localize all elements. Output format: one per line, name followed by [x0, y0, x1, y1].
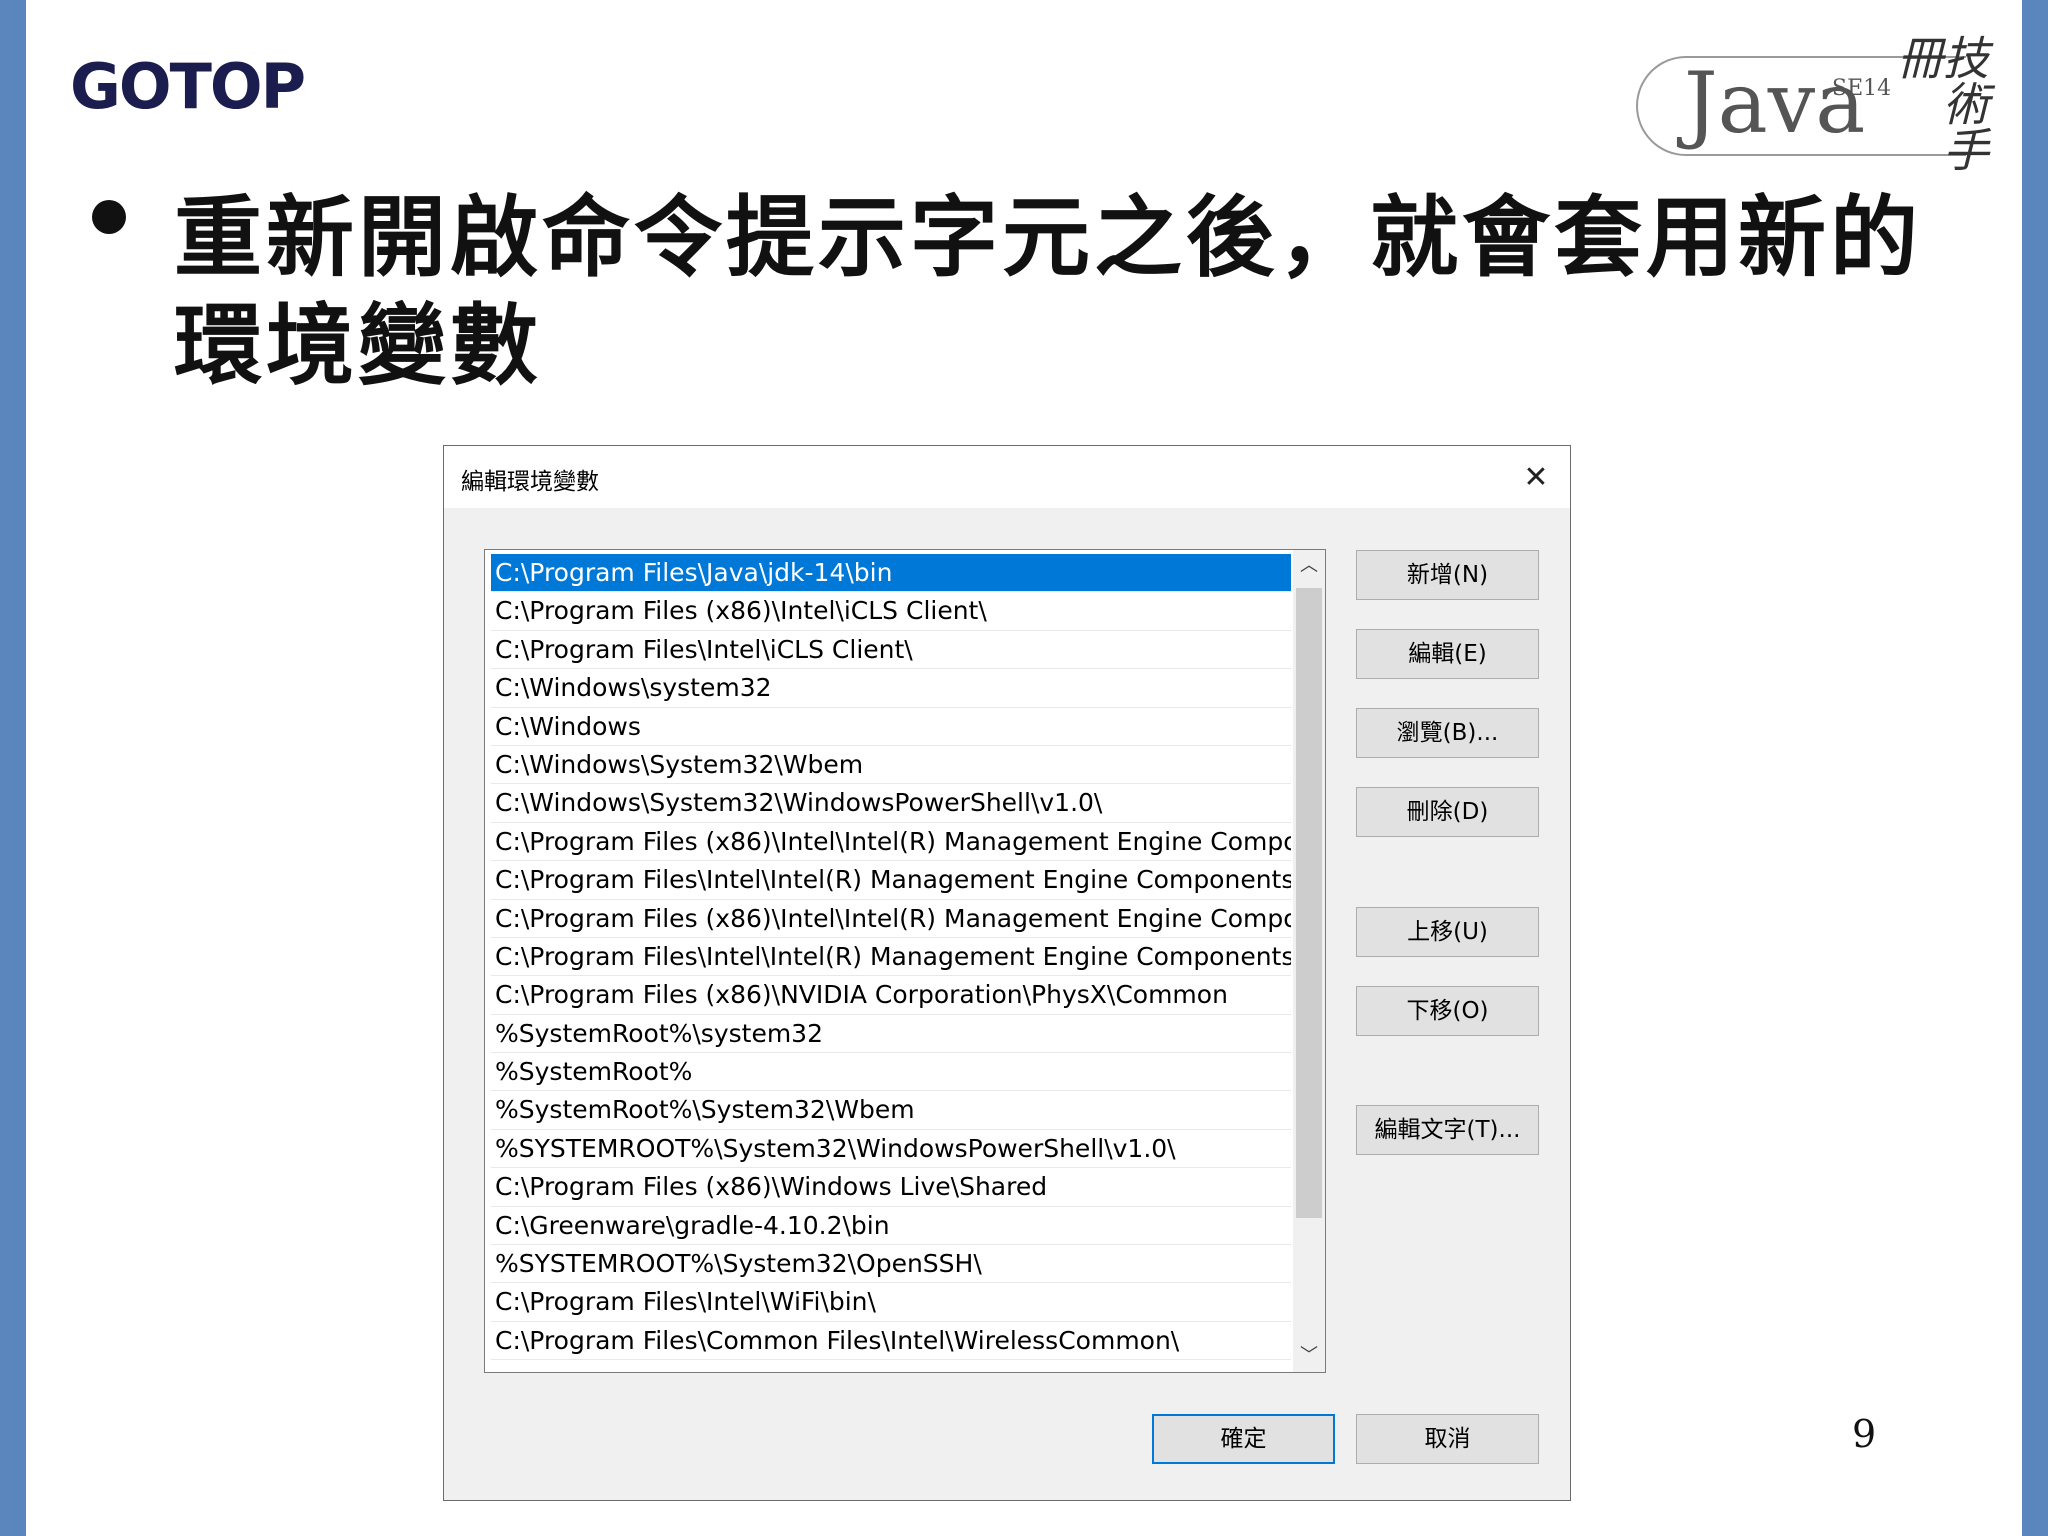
path-list-item[interactable]: C:\Program Files\Intel\WiFi\bin\ [491, 1283, 1291, 1322]
path-list-item[interactable]: C:\Program Files\Intel\Intel(R) Manageme… [491, 938, 1291, 977]
edit-text-button[interactable]: 編輯文字(T)... [1356, 1105, 1539, 1155]
scroll-down-arrow-icon[interactable]: ﹀ [1293, 1340, 1325, 1372]
cancel-button[interactable]: 取消 [1356, 1414, 1539, 1464]
move-down-button[interactable]: 下移(O) [1356, 986, 1539, 1036]
browse-button[interactable]: 瀏覽(B)... [1356, 708, 1539, 758]
ok-button[interactable]: 確定 [1152, 1414, 1335, 1464]
move-up-button[interactable]: 上移(U) [1356, 907, 1539, 957]
java-se14-logo: Java SE14 技術手冊 [1636, 34, 1990, 174]
path-list-item[interactable]: C:\Program Files (x86)\Intel\Intel(R) Ma… [491, 823, 1291, 862]
page-number: 9 [1852, 1412, 1877, 1456]
vertical-scrollbar[interactable]: ︿ ﹀ [1293, 550, 1325, 1372]
edit-env-variable-dialog: 編輯環境變數 ✕ C:\Program Files\Java\jdk-14\bi… [443, 445, 1571, 1501]
path-listbox[interactable]: C:\Program Files\Java\jdk-14\bin C:\Progr… [484, 549, 1326, 1373]
path-list-item[interactable]: C:\Program Files\Intel\Intel(R) Manageme… [491, 861, 1291, 900]
path-list-item[interactable]: %SystemRoot%\system32 [491, 1015, 1291, 1054]
path-list-item[interactable]: C:\Program Files (x86)\Windows Live\Shar… [491, 1168, 1291, 1207]
path-list-item[interactable]: %SYSTEMROOT%\System32\OpenSSH\ [491, 1245, 1291, 1284]
java-logo-handwritten: 技術手冊 [1890, 34, 1990, 172]
path-list-item[interactable]: C:\Program Files (x86)\NVIDIA Corporatio… [491, 976, 1291, 1015]
path-list-item[interactable]: C:\Program Files (x86)\Intel\iCLS Client… [491, 592, 1291, 631]
left-accent-bar [0, 0, 26, 1536]
path-list-item[interactable]: C:\Windows [491, 708, 1291, 746]
dialog-titlebar: 編輯環境變數 ✕ [444, 446, 1570, 508]
path-list: C:\Program Files\Java\jdk-14\bin C:\Progr… [491, 554, 1291, 1361]
path-list-item[interactable]: %SystemRoot%\System32\Wbem [491, 1091, 1291, 1130]
path-list-item[interactable]: %SYSTEMROOT%\System32\WindowsPowerShell\… [491, 1130, 1291, 1169]
java-logo-edition: SE14 [1832, 76, 1892, 101]
path-list-item[interactable]: C:\Program Files\Common Files\Intel\Wire… [491, 1322, 1291, 1361]
path-list-item[interactable]: %SystemRoot% [491, 1053, 1291, 1092]
path-list-item[interactable]: C:\Windows\System32\Wbem [491, 746, 1291, 785]
path-list-item[interactable]: C:\Program Files (x86)\Intel\Intel(R) Ma… [491, 900, 1291, 938]
path-list-item[interactable]: C:\Windows\system32 [491, 669, 1291, 708]
right-accent-bar [2022, 0, 2048, 1536]
edit-button[interactable]: 編輯(E) [1356, 629, 1539, 679]
close-icon[interactable]: ✕ [1516, 458, 1556, 498]
scroll-thumb[interactable] [1296, 588, 1322, 1218]
path-list-item[interactable]: C:\Windows\System32\WindowsPowerShell\v1… [491, 784, 1291, 823]
path-list-item[interactable]: C:\Program Files\Java\jdk-14\bin [491, 554, 1291, 593]
slide-heading: 重新開啟命令提示字元之後，就會套用新的環境變數 [174, 186, 1923, 397]
new-button[interactable]: 新增(N) [1356, 550, 1539, 600]
java-logo-text: Java [1684, 54, 1866, 152]
dialog-title: 編輯環境變數 [461, 469, 599, 495]
scroll-up-arrow-icon[interactable]: ︿ [1293, 550, 1325, 582]
delete-button[interactable]: 刪除(D) [1356, 787, 1539, 837]
gotop-logo: GOTOP [70, 50, 306, 123]
path-list-item[interactable]: C:\Greenware\gradle-4.10.2\bin [491, 1207, 1291, 1246]
bullet-point [92, 200, 126, 234]
path-list-item[interactable]: C:\Program Files\Intel\iCLS Client\ [491, 631, 1291, 670]
